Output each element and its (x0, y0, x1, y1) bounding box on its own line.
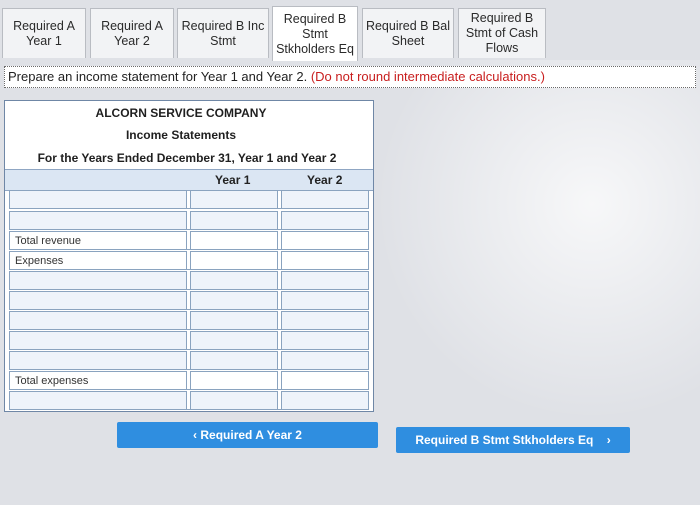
expense-year-2-input[interactable] (281, 351, 369, 370)
net-income-label-input[interactable] (9, 391, 187, 410)
table-row (9, 211, 369, 230)
total-expenses-label: Total expenses (15, 375, 89, 387)
expense-year-1-input[interactable] (190, 311, 278, 330)
revenue-item-name-input[interactable] (9, 190, 187, 209)
net-income-year-2-input[interactable] (281, 391, 369, 410)
chevron-left-icon: ‹ (193, 428, 198, 442)
revenue-year-1-input[interactable] (190, 211, 278, 230)
expense-year-1-input[interactable] (190, 291, 278, 310)
expenses-cell: Expenses (9, 251, 187, 270)
next-button-label: Required B Stmt Stkholders Eq (415, 433, 594, 447)
company-name: ALCORN SERVICE COMPANY (95, 106, 267, 120)
table-row (9, 311, 369, 330)
tab-required-a-year-2[interactable]: Required A Year 2 (90, 8, 174, 58)
column-header-year-2: Year 2 (307, 173, 343, 187)
tab-required-b-stmt-cash-flows[interactable]: Required B Stmt of Cash Flows (458, 8, 546, 58)
total-expenses-cell: Total expenses (9, 371, 187, 390)
revenue-year-2-input[interactable] (281, 190, 369, 209)
instruction-note: (Do not round intermediate calculations.… (310, 69, 545, 84)
expense-item-name-input[interactable] (9, 351, 187, 370)
tab-required-b-stmt-stkholders-eq[interactable]: Required B Stmt Stkholders Eq (272, 6, 358, 61)
expense-year-2-input[interactable] (281, 291, 369, 310)
total-expenses-year-1-input[interactable] (190, 371, 278, 390)
revenue-item-name-input[interactable] (9, 211, 187, 230)
expense-year-2-input[interactable] (281, 331, 369, 350)
total-revenue-cell: Total revenue (9, 231, 187, 250)
table-row: Total expenses (9, 371, 369, 390)
table-row (9, 271, 369, 290)
instruction-text: Prepare an income statement for Year 1 a… (8, 69, 308, 84)
screen-glare (340, 60, 700, 420)
column-header-year-1: Year 1 (215, 173, 251, 187)
revenue-year-2-input[interactable] (281, 211, 369, 230)
table-row (9, 291, 369, 310)
expense-item-name-input[interactable] (9, 331, 187, 350)
table-row: Expenses (9, 251, 369, 270)
table-row (9, 391, 369, 410)
expense-item-name-input[interactable] (9, 271, 187, 290)
table-row (9, 331, 369, 350)
expense-year-2-input[interactable] (281, 271, 369, 290)
tab-required-b-inc-stmt[interactable]: Required B Inc Stmt (177, 8, 269, 58)
total-expenses-year-2-input[interactable] (281, 371, 369, 390)
expense-item-name-input[interactable] (9, 291, 187, 310)
instruction-bar: Prepare an income statement for Year 1 a… (4, 66, 696, 88)
total-revenue-year-1-input[interactable] (190, 231, 278, 250)
tab-required-b-bal-sheet[interactable]: Required B Bal Sheet (362, 8, 454, 58)
expense-year-1-input[interactable] (190, 271, 278, 290)
column-header-row: Year 1 Year 2 (5, 169, 373, 191)
tab-bar: Required A Year 1 Required A Year 2 Requ… (0, 6, 700, 63)
revenue-year-1-input[interactable] (190, 190, 278, 209)
statement-title: Income Statements (125, 128, 237, 142)
table-row (9, 351, 369, 370)
expense-item-name-input[interactable] (9, 311, 187, 330)
prev-button-label: Required A Year 2 (200, 428, 302, 442)
net-income-year-1-input[interactable] (190, 391, 278, 410)
expense-year-1-input[interactable] (190, 331, 278, 350)
expenses-year-1-cell (190, 251, 278, 270)
table-row: Total revenue (9, 231, 369, 250)
total-revenue-year-2-input[interactable] (281, 231, 369, 250)
expense-year-2-input[interactable] (281, 311, 369, 330)
income-statement-worksheet: ALCORN SERVICE COMPANY Income Statements… (4, 100, 374, 412)
table-row (9, 190, 369, 209)
tab-required-a-year-1[interactable]: Required A Year 1 (2, 8, 86, 58)
expense-year-1-input[interactable] (190, 351, 278, 370)
chevron-right-icon: › (606, 433, 611, 447)
expenses-year-2-cell (281, 251, 369, 270)
total-revenue-label: Total revenue (15, 235, 82, 247)
expenses-label: Expenses (15, 255, 64, 267)
statement-period: For the Years Ended December 31, Year 1 … (37, 151, 337, 165)
next-button[interactable]: Required B Stmt Stkholders Eq › (396, 427, 630, 453)
prev-button[interactable]: ‹ Required A Year 2 (117, 422, 378, 448)
